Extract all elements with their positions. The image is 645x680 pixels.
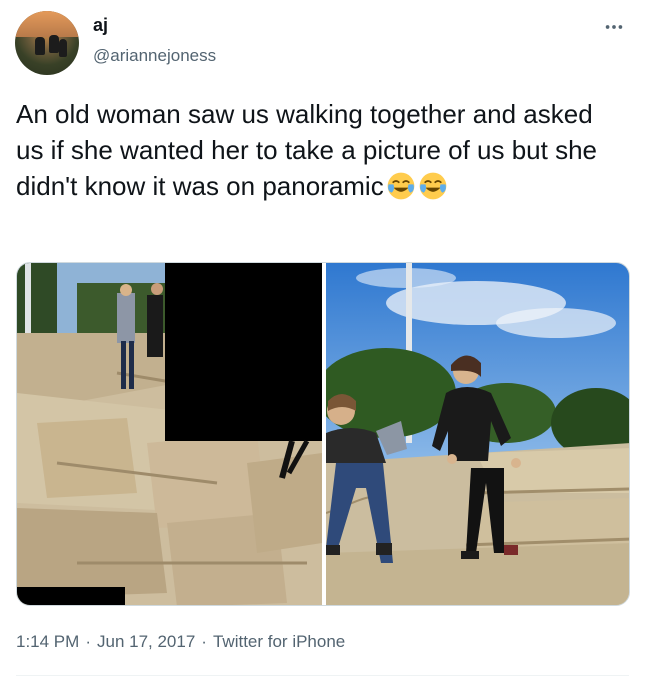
avatar-figure — [59, 39, 67, 57]
tweet-source-link[interactable]: Twitter for iPhone — [213, 632, 345, 651]
photo-right[interactable] — [326, 263, 629, 605]
tweet-meta: 1:14 PM · Jun 17, 2017 · Twitter for iPhone — [16, 632, 345, 652]
author-handle[interactable]: @ariannejoness — [93, 46, 216, 66]
tweet-text: An old woman saw us walking together and… — [16, 99, 598, 201]
tweet-text-block: An old woman saw us walking together and… — [16, 96, 616, 204]
avatar-sky — [15, 11, 79, 37]
tweet-time[interactable]: 1:14 PM — [16, 632, 79, 651]
face-with-tears-of-joy-icon — [419, 172, 447, 200]
divider-line — [16, 675, 629, 676]
more-options-button[interactable] — [599, 12, 629, 42]
photo-left-image — [17, 263, 322, 605]
meta-separator: · — [201, 632, 207, 651]
avatar[interactable] — [15, 11, 79, 75]
media-container[interactable] — [16, 262, 630, 606]
more-dots-icon — [605, 25, 623, 29]
author-name[interactable]: aj — [93, 15, 108, 36]
face-with-tears-of-joy-icon — [387, 172, 415, 200]
meta-separator: · — [85, 632, 91, 651]
tweet-date[interactable]: Jun 17, 2017 — [97, 632, 195, 651]
avatar-figure — [49, 35, 59, 53]
photo-left[interactable] — [17, 263, 322, 605]
avatar-figure — [35, 37, 45, 55]
photo-right-image — [326, 263, 629, 605]
